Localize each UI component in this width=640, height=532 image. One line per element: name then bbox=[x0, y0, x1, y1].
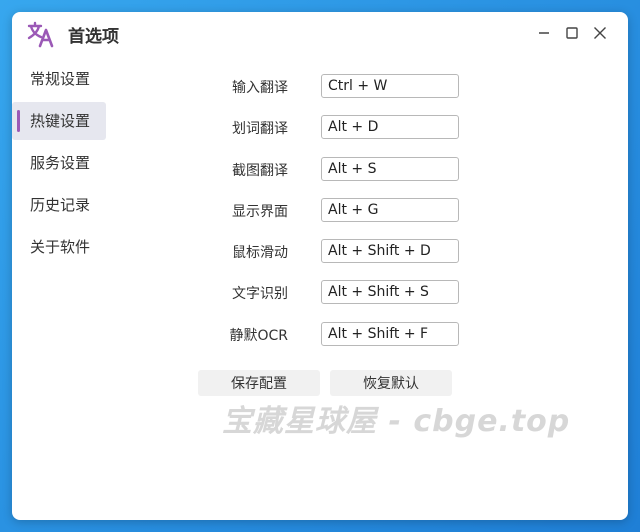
hotkey-label: 文字识别 bbox=[232, 286, 288, 303]
minimize-icon[interactable] bbox=[535, 24, 553, 42]
hotkey-label: 显示界面 bbox=[232, 203, 288, 220]
hotkey-screenshot-translate-field[interactable] bbox=[321, 156, 459, 181]
hotkey-input-translate-field[interactable] bbox=[321, 74, 459, 98]
sidebar-item-label: 热键设置 bbox=[30, 112, 91, 130]
hotkey-selection-translate-field[interactable] bbox=[321, 115, 459, 140]
watermark: 宝藏星球屋 - cbge.top bbox=[222, 404, 571, 439]
preferences-window: 首选项 常规设置 热键设置 服务设置 历史记录 关于软件 输入翻译 Ctrl +… bbox=[12, 12, 628, 520]
hotkey-silent-ocr-field[interactable] bbox=[321, 321, 459, 346]
hotkey-ocr-field[interactable] bbox=[321, 280, 459, 305]
sidebar-item-label: 服务设置 bbox=[30, 154, 91, 172]
sidebar-item-label: 关于软件 bbox=[30, 238, 91, 256]
hotkey-label: 静默OCR bbox=[229, 327, 288, 344]
translate-icon bbox=[26, 20, 56, 48]
close-icon[interactable] bbox=[591, 24, 609, 42]
sidebar-item-label: 常规设置 bbox=[30, 70, 91, 88]
sidebar-item-about[interactable]: 关于软件 bbox=[12, 228, 106, 266]
window-title: 首选项 bbox=[68, 27, 119, 47]
maximize-icon[interactable] bbox=[563, 24, 581, 42]
hotkey-label: 截图翻译 bbox=[232, 162, 288, 179]
settings-sidebar: 常规设置 热键设置 服务设置 历史记录 关于软件 bbox=[12, 60, 106, 270]
sidebar-item-hotkeys[interactable]: 热键设置 bbox=[12, 102, 106, 140]
title-bar: 首选项 bbox=[12, 12, 628, 54]
hotkey-label: 鼠标滑动 bbox=[232, 245, 288, 262]
hotkey-label: 划词翻译 bbox=[232, 121, 288, 138]
hotkey-show-window-field[interactable] bbox=[321, 197, 459, 222]
save-config-button[interactable]: 保存配置 bbox=[198, 370, 320, 396]
sidebar-item-history[interactable]: 历史记录 bbox=[12, 186, 106, 224]
hotkey-mouse-slide-field[interactable] bbox=[321, 239, 459, 264]
hotkey-label: 输入翻译 bbox=[232, 80, 288, 96]
restore-defaults-button[interactable]: 恢复默认 bbox=[330, 370, 452, 396]
sidebar-item-services[interactable]: 服务设置 bbox=[12, 144, 106, 182]
sidebar-item-label: 历史记录 bbox=[30, 196, 91, 214]
sidebar-item-general[interactable]: 常规设置 bbox=[12, 60, 106, 98]
